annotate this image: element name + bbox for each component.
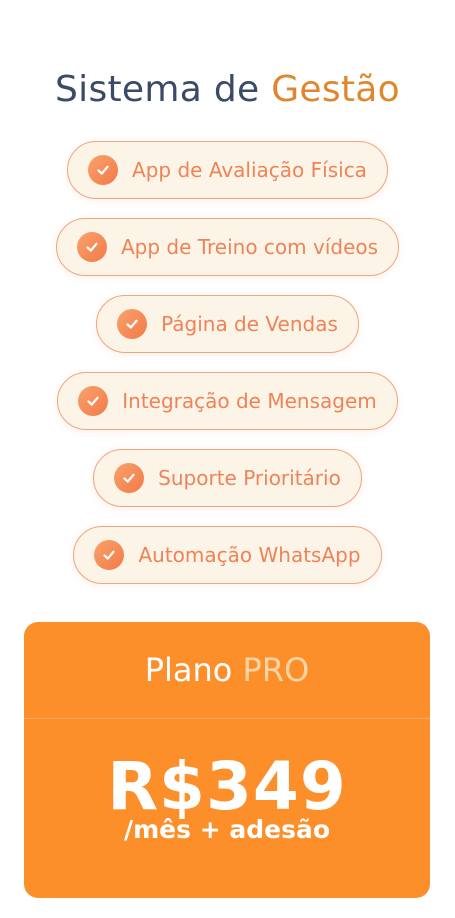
check-circle-icon bbox=[117, 309, 148, 339]
feature-item: Suporte Prioritário bbox=[93, 449, 362, 507]
feature-list: App de Avaliação Física App de Treino co… bbox=[0, 141, 455, 584]
check-circle-icon bbox=[78, 386, 109, 416]
check-circle-icon bbox=[88, 155, 119, 185]
feature-item: Automação WhatsApp bbox=[73, 526, 382, 584]
title-prefix: Sistema de bbox=[54, 69, 260, 110]
feature-label: App de Avaliação Física bbox=[132, 158, 367, 182]
check-circle-icon bbox=[94, 540, 125, 570]
plan-card: Plano PRO R$349 /mês + adesão bbox=[24, 622, 430, 898]
feature-label: Suporte Prioritário bbox=[158, 466, 341, 490]
feature-item: Integração de Mensagem bbox=[57, 372, 398, 430]
plan-price-note: /mês + adesão bbox=[123, 815, 331, 844]
feature-item: App de Avaliação Física bbox=[67, 141, 388, 199]
plan-name-accent: PRO bbox=[242, 651, 310, 689]
feature-label: App de Treino com vídeos bbox=[120, 235, 379, 259]
feature-label: Página de Vendas bbox=[161, 312, 338, 336]
feature-item: App de Treino com vídeos bbox=[55, 218, 400, 276]
plan-name-prefix: Plano bbox=[144, 651, 233, 689]
feature-label: Automação WhatsApp bbox=[138, 543, 361, 567]
title-accent: Gestão bbox=[271, 69, 400, 110]
page-title: Sistema de Gestão bbox=[0, 68, 455, 112]
feature-label: Integração de Mensagem bbox=[122, 389, 377, 413]
check-circle-icon bbox=[114, 463, 145, 493]
plan-name: Plano PRO bbox=[24, 622, 430, 719]
check-circle-icon bbox=[76, 232, 107, 262]
feature-item: Página de Vendas bbox=[96, 295, 359, 353]
plan-price: R$349 bbox=[107, 748, 347, 825]
